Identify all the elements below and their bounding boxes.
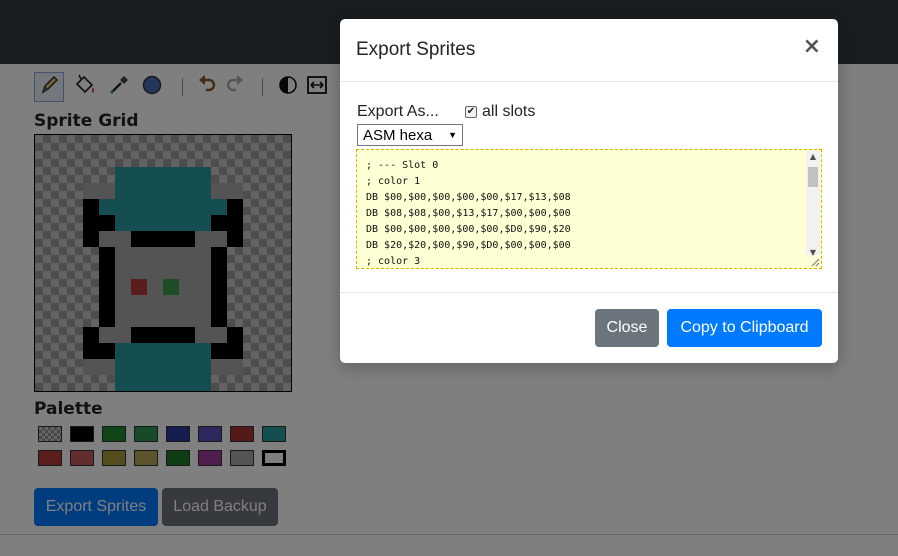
modal-footer-divider [340,292,838,293]
copy-to-clipboard-button[interactable]: Copy to Clipboard [667,309,822,347]
export-sprites-modal: Export Sprites × Export As... ✔ all slot… [340,19,838,363]
close-icon[interactable]: × [803,36,821,58]
code-line: DB $00,$00,$00,$00,$00,$D0,$90,$20 [366,224,571,235]
export-code-textarea[interactable]: ; --- Slot 0 ; color 1 DB $00,$00,$00,$0… [356,149,822,269]
code-line: ; color 1 [366,176,421,187]
modal-header: Export Sprites × [340,19,838,82]
export-format-value: ASM hexa [363,126,433,144]
checkbox-checked-icon[interactable]: ✔ [465,106,477,118]
scroll-thumb[interactable] [808,167,818,187]
resize-grip-icon[interactable] [808,255,820,267]
all-slots-checkbox[interactable]: ✔ all slots [465,103,535,121]
export-code-text: ; --- Slot 0 ; color 1 DB $00,$00,$00,$0… [366,158,571,268]
scroll-up-icon[interactable]: ▲ [806,152,820,161]
modal-title: Export Sprites [356,39,476,60]
code-line: DB $20,$20,$00,$90,$D0,$00,$00,$00 [366,240,571,251]
chevron-down-icon: ▼ [448,130,457,140]
all-slots-label: all slots [482,103,536,120]
code-line: ; --- Slot 0 [366,160,439,171]
code-line: DB $08,$08,$00,$13,$17,$00,$00,$00 [366,208,571,219]
close-button[interactable]: Close [595,309,659,347]
code-line: ; color 3 [366,256,421,267]
export-as-label: Export As... [357,103,439,120]
code-line: DB $00,$00,$00,$00,$00,$17,$13,$08 [366,192,571,203]
export-format-select[interactable]: ASM hexa ▼ [357,124,463,146]
code-scrollbar[interactable]: ▲ ▼ [806,151,820,257]
